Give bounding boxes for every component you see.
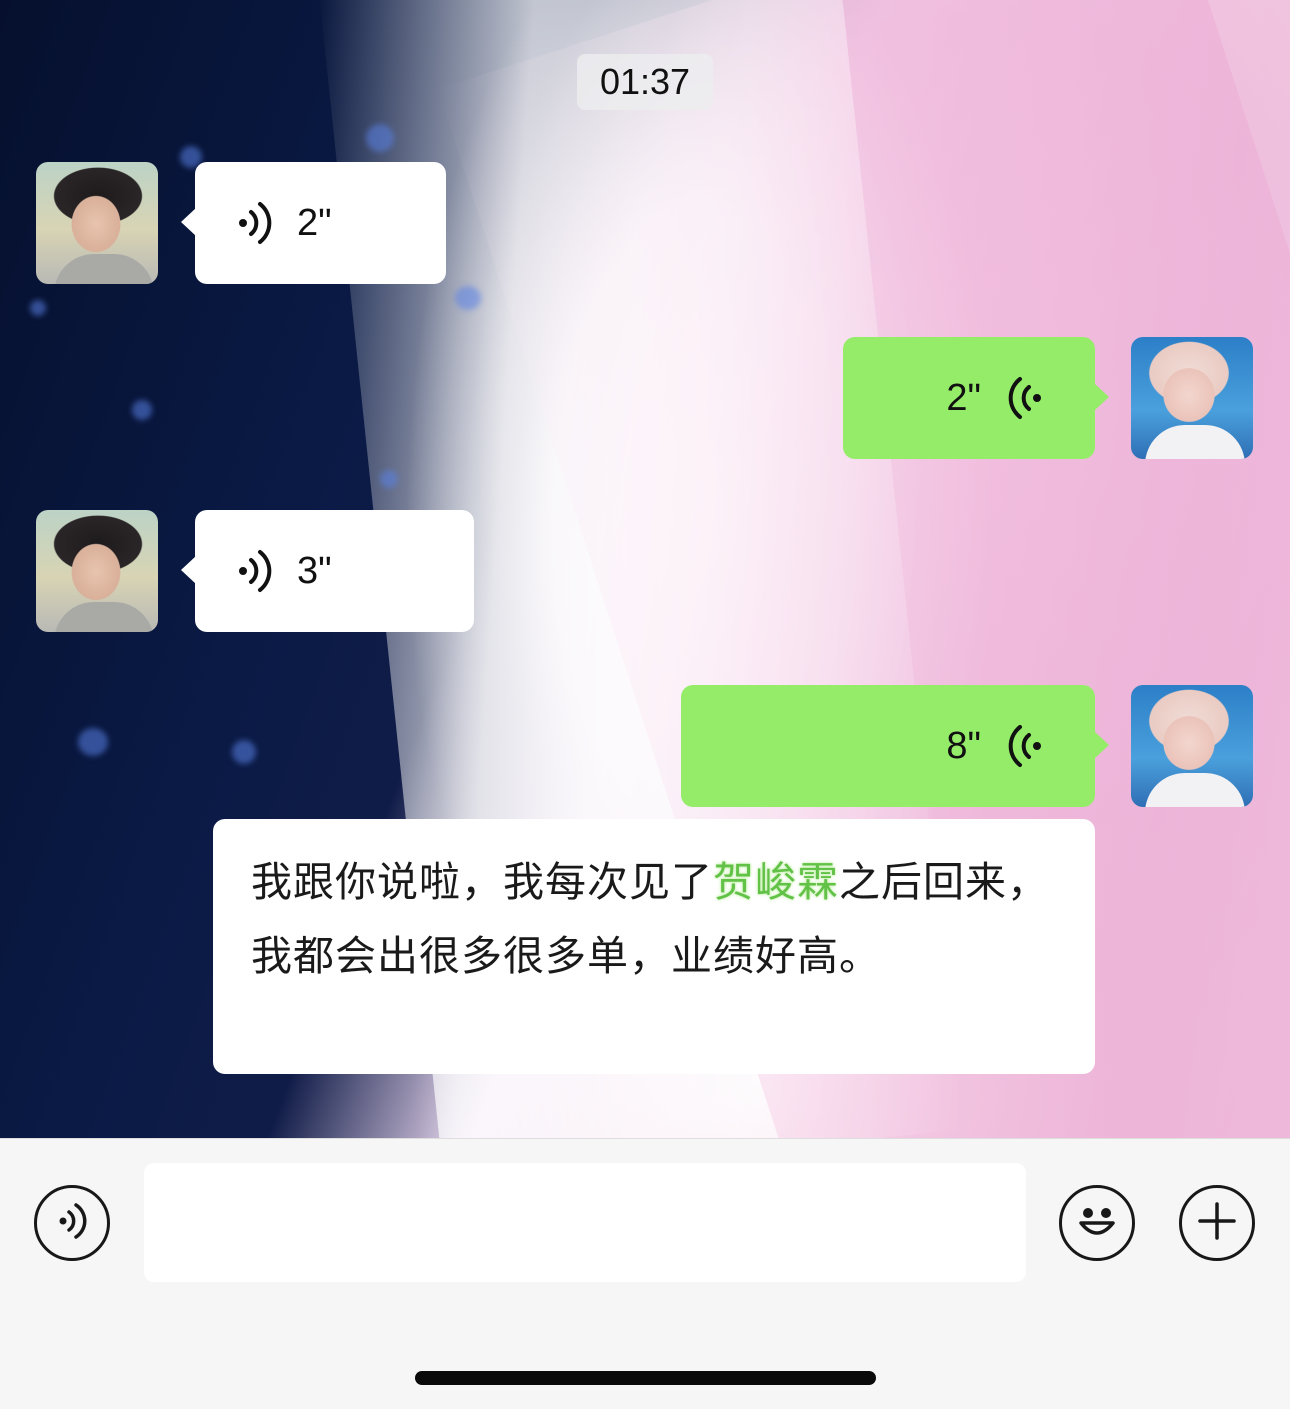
more-options-button[interactable] [1179, 1185, 1255, 1261]
voice-message-incoming[interactable]: 2" [181, 162, 446, 284]
voice-message-outgoing[interactable]: 2" [843, 337, 1109, 459]
transcript-text: 我跟你说啦，我每次见了 [251, 858, 713, 906]
emoji-icon [1069, 1193, 1125, 1253]
voice-icon [55, 1201, 89, 1245]
bokeh-light [78, 728, 108, 756]
bokeh-light [30, 300, 46, 316]
message-input[interactable] [144, 1163, 1026, 1282]
bokeh-light [455, 286, 481, 310]
self-avatar[interactable] [1131, 337, 1253, 459]
voice-wave-icon [235, 200, 275, 246]
home-indicator[interactable] [415, 1371, 876, 1385]
voice-wave-icon [1005, 375, 1045, 421]
voice-wave-icon [235, 548, 275, 594]
contact-avatar[interactable] [36, 162, 158, 284]
bokeh-light [380, 470, 398, 488]
self-avatar[interactable] [1131, 685, 1253, 807]
voice-duration: 3" [297, 549, 332, 592]
voice-message-outgoing[interactable]: 8" [681, 685, 1109, 807]
voice-transcription-card[interactable]: 我跟你说啦，我每次见了贺峻霖之后回来，我都会出很多很多单，业绩好高。 [213, 819, 1095, 1074]
emoji-button[interactable] [1059, 1185, 1135, 1261]
voice-wave-icon [1005, 723, 1045, 769]
input-toolbar [0, 1138, 1290, 1409]
plus-icon [1195, 1199, 1239, 1247]
bokeh-light [366, 124, 394, 152]
voice-duration: 2" [297, 201, 332, 244]
voice-duration: 8" [946, 724, 981, 767]
contact-avatar[interactable] [36, 510, 158, 632]
message-timestamp: 01:37 [577, 54, 713, 110]
bokeh-light [132, 400, 152, 420]
voice-duration: 2" [946, 376, 981, 419]
bokeh-light [232, 740, 256, 764]
transcript-highlight-name: 贺峻霖 [713, 858, 839, 906]
voice-input-toggle-button[interactable] [34, 1185, 110, 1261]
voice-message-incoming[interactable]: 3" [181, 510, 474, 632]
